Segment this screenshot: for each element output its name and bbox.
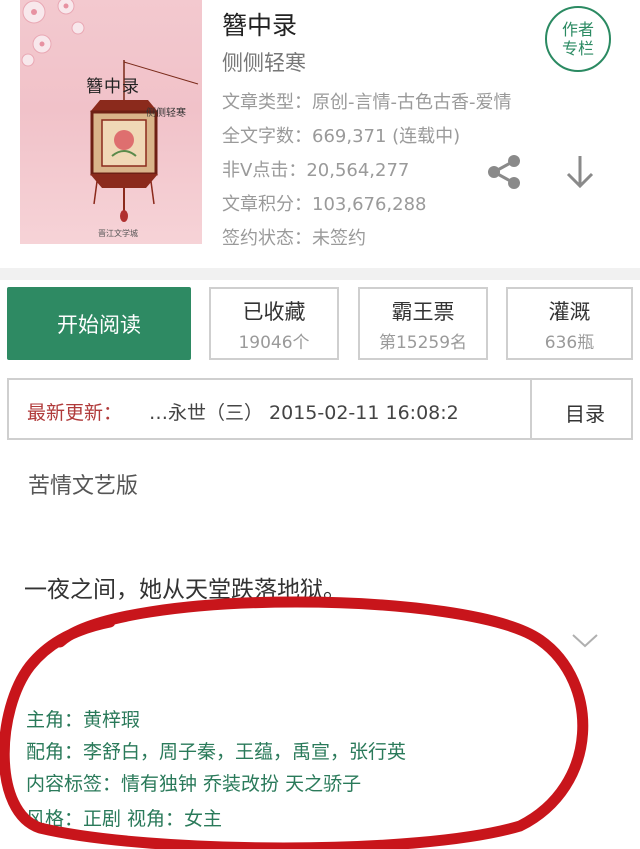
section-divider [0,268,640,280]
tickets-label: 霸王票 [391,300,455,324]
intro-line: 一夜之间，她从天堂跌落地狱。 [24,577,346,603]
intro-title: 苦情文艺版 [28,474,139,499]
favorites-count: 19046个 [238,333,310,353]
start-reading-button[interactable]: 开始阅读 [7,287,191,360]
author-badge-line1: 作者 [561,20,594,39]
supporting-line: 配角：李舒白，周子秦，王蕴，禹宣，张行英 [26,741,407,763]
style-line: 风格：正剧 视角：女主 [26,808,223,830]
book-title: 簪中录 [222,11,298,40]
tickets-rank: 第15259名 [378,333,468,353]
cover-title: 簪中录 [86,77,140,97]
catalog-button[interactable]: 目录 [565,398,605,427]
nutrient-label: 灌溉 [548,300,591,324]
favorites-button[interactable]: 已收藏 19046个 [209,287,339,360]
meta-type: 文章类型：原创-言情-古色古香-爱情 [222,92,512,113]
update-separator [530,380,532,438]
tickets-button[interactable]: 霸王票 第15259名 [358,287,488,360]
latest-update-bar: 最新更新： …永世（三） 2015-02-11 16:08:2 目录 [7,378,633,440]
meta-contract: 签约状态：未签约 [222,228,366,249]
meta-score: 文章积分：103,676,288 [222,194,427,215]
meta-word-count: 全文字数：669,371 (连载中) [222,126,461,147]
book-cover: 簪中录 侧侧轻寒 晋江文学城 [20,0,202,244]
nutrient-count: 636瓶 [544,333,595,353]
nutrient-button[interactable]: 灌溉 636瓶 [506,287,633,360]
cover-publisher: 晋江文学城 [98,229,138,238]
book-author[interactable]: 侧侧轻寒 [222,47,306,77]
share-icon[interactable] [484,152,524,192]
latest-update-link[interactable]: …永世（三） 2015-02-11 16:08:2 [149,398,525,425]
cover-author: 侧侧轻寒 [146,108,186,119]
tags-line: 内容标签：情有独钟 乔装改扮 天之骄子 [26,773,362,795]
meta-clicks: 非V点击：20,564,277 [222,160,410,181]
latest-update-label: 最新更新： [27,402,123,424]
download-icon[interactable] [562,152,598,192]
author-badge-line2: 专栏 [561,39,594,58]
chevron-down-icon[interactable] [570,630,600,652]
protagonist-line: 主角：黄梓瑕 [26,709,141,731]
cover-illustration [21,0,199,222]
author-column-button[interactable]: 作者 专栏 [545,6,611,72]
favorites-label: 已收藏 [242,300,306,324]
